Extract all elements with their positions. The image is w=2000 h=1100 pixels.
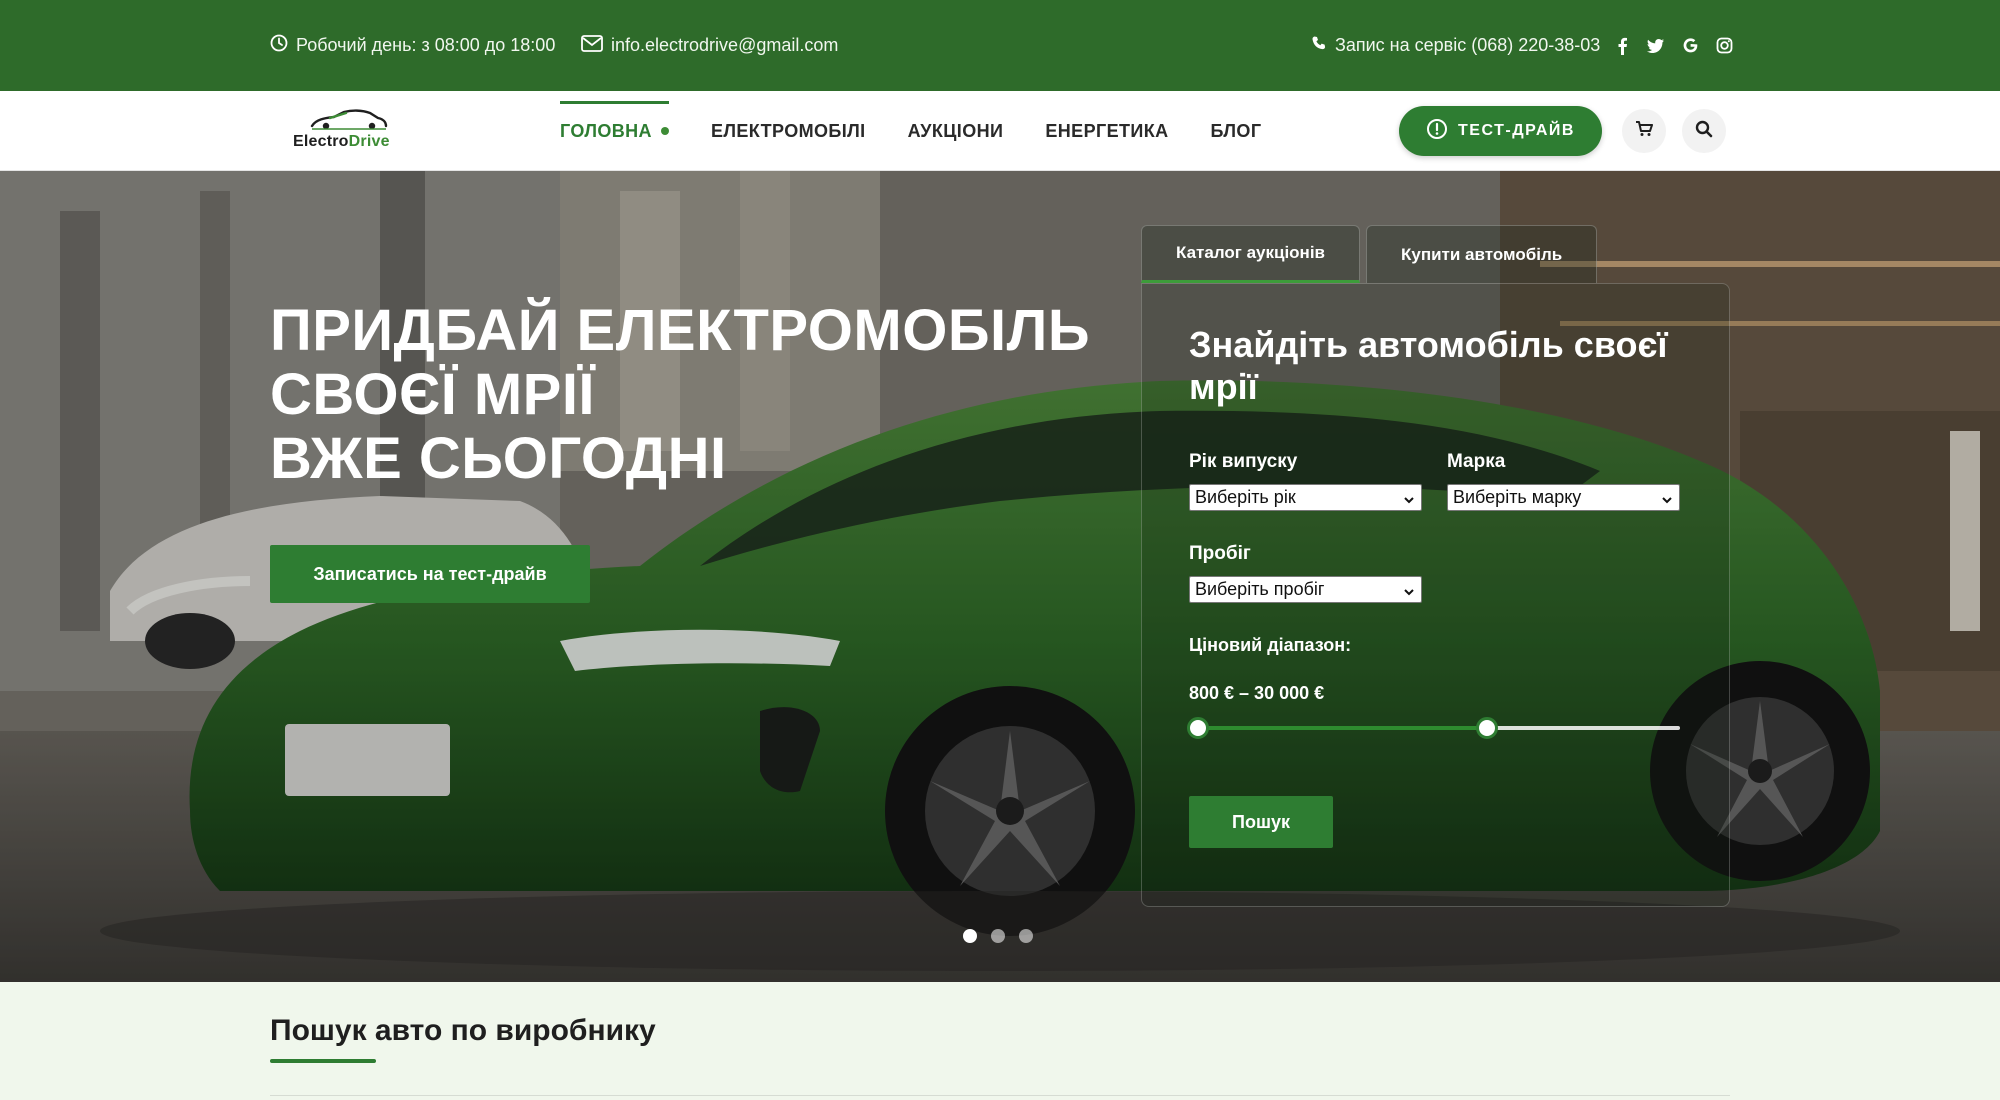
slide-dot[interactable] bbox=[963, 929, 977, 943]
hero-slider-dots bbox=[963, 929, 1047, 943]
price-max-handle[interactable] bbox=[1476, 717, 1499, 739]
price-min-handle[interactable] bbox=[1187, 717, 1209, 739]
nav-item-label: ЕЛЕКТРОМОБІЛІ bbox=[710, 120, 866, 141]
main-navbar: ElectroDrive ГОЛОВНА ЕЛЕКТРОМОБІЛІ АУКЦІ… bbox=[0, 91, 2000, 171]
price-range-label: Ціновий діапазон: bbox=[1189, 635, 1352, 655]
book-test-drive-button[interactable]: Записатись на тест-драйв bbox=[270, 545, 590, 603]
nav-item-label: ГОЛОВНА bbox=[560, 120, 652, 141]
test-drive-label: ТЕСТ-ДРАЙВ bbox=[1458, 122, 1575, 139]
hero-headline: ПРИДБАЙ ЕЛЕКТРОМОБІЛЬ СВОЄЇ МРІЇ ВЖЕ СЬО… bbox=[270, 299, 1090, 491]
working-hours: Робочий день: з 08:00 до 18:00 bbox=[270, 0, 555, 91]
nav-item-electric-cars[interactable]: ЕЛЕКТРОМОБІЛІ bbox=[711, 91, 866, 171]
envelope-icon bbox=[581, 34, 611, 57]
cart-icon bbox=[1635, 120, 1653, 142]
nav-item-label: БЛОГ bbox=[1210, 120, 1262, 141]
chevron-down-icon bbox=[1403, 490, 1415, 511]
clock-icon bbox=[270, 34, 296, 57]
nav-item-auctions[interactable]: АУКЦІОНИ bbox=[908, 91, 1004, 171]
search-panel-tabs: Каталог аукціонів Купити автомобіль bbox=[1141, 225, 1603, 283]
nav-item-home[interactable]: ГОЛОВНА bbox=[560, 91, 669, 171]
hero-headline-line: ВЖЕ СЬОГОДНІ bbox=[270, 426, 727, 491]
nav-item-label: ЕНЕРГЕТИКА bbox=[1045, 120, 1169, 141]
year-label: Рік випуску bbox=[1189, 451, 1298, 472]
search-button[interactable] bbox=[1682, 109, 1726, 153]
section-divider bbox=[270, 1095, 1730, 1096]
mileage-select[interactable]: Виберіть пробіг bbox=[1189, 576, 1422, 603]
slide-dot[interactable] bbox=[991, 929, 1005, 943]
price-range-value: 800 € – 30 000 € bbox=[1189, 683, 1325, 703]
car-search-panel: Знайдіть автомобіль своєї мрії Рік випус… bbox=[1141, 283, 1730, 907]
email-link[interactable]: info.electrodrive@gmail.com bbox=[581, 0, 838, 91]
cart-button[interactable] bbox=[1622, 109, 1666, 153]
price-range-slider[interactable] bbox=[1187, 717, 1680, 739]
email-text: info.electrodrive@gmail.com bbox=[611, 35, 839, 55]
hero-headline-line: ПРИДБАЙ ЕЛЕКТРОМОБІЛЬ bbox=[270, 298, 1091, 363]
top-info-bar: Робочий день: з 08:00 до 18:00 info.elec… bbox=[0, 0, 2000, 91]
service-phone-link[interactable]: Запис на сервіс (068) 220-38-03 bbox=[1311, 0, 1600, 91]
social-links bbox=[1598, 0, 1734, 91]
chevron-down-icon bbox=[1661, 490, 1673, 511]
google-icon[interactable] bbox=[1680, 36, 1700, 56]
slide-dot[interactable] bbox=[1019, 929, 1033, 943]
tab-auction-catalog[interactable]: Каталог аукціонів bbox=[1141, 225, 1360, 283]
car-silhouette-icon bbox=[310, 109, 388, 130]
year-select-value: Виберіть рік bbox=[1195, 487, 1296, 507]
search-icon bbox=[1695, 120, 1713, 143]
hero-headline-line: СВОЄЇ МРІЇ bbox=[270, 362, 595, 427]
working-hours-text: Робочий день: з 08:00 до 18:00 bbox=[296, 35, 556, 55]
search-panel-title: Знайдіть автомобіль своєї мрії bbox=[1189, 324, 1668, 407]
mileage-select-value: Виберіть пробіг bbox=[1195, 579, 1325, 599]
logo-wordmark: ElectroDrive bbox=[293, 133, 390, 150]
twitter-icon[interactable] bbox=[1646, 36, 1666, 56]
nav-item-label: АУКЦІОНИ bbox=[907, 120, 1004, 141]
electrodrive-logo[interactable]: ElectroDrive bbox=[290, 109, 410, 155]
search-submit-button[interactable]: Пошук bbox=[1189, 796, 1333, 848]
tab-buy-car[interactable]: Купити автомобіль bbox=[1366, 225, 1598, 283]
brand-label: Марка bbox=[1447, 451, 1506, 472]
brand-select[interactable]: Виберіть марку bbox=[1447, 484, 1680, 511]
section-title: Пошук авто по виробнику bbox=[270, 1014, 656, 1047]
nav-item-energy[interactable]: ЕНЕРГЕТИКА bbox=[1045, 91, 1168, 171]
test-drive-button[interactable]: ТЕСТ-ДРАЙВ bbox=[1399, 106, 1602, 156]
facebook-icon[interactable] bbox=[1612, 36, 1632, 56]
chevron-down-icon bbox=[1403, 582, 1415, 603]
service-phone-text: Запис на сервіс (068) 220-38-03 bbox=[1335, 35, 1601, 55]
brand-select-value: Виберіть марку bbox=[1453, 487, 1582, 507]
search-by-manufacturer-section: Пошук авто по виробнику bbox=[0, 982, 2000, 1100]
nav-item-blog[interactable]: БЛОГ bbox=[1211, 91, 1262, 171]
hero-banner: ПРИДБАЙ ЕЛЕКТРОМОБІЛЬ СВОЄЇ МРІЇ ВЖЕ СЬО… bbox=[0, 171, 2000, 982]
nav-menu: ГОЛОВНА ЕЛЕКТРОМОБІЛІ АУКЦІОНИ ЕНЕРГЕТИК… bbox=[560, 91, 1303, 171]
phone-icon bbox=[1311, 35, 1335, 56]
year-select[interactable]: Виберіть рік bbox=[1189, 484, 1422, 511]
instagram-icon[interactable] bbox=[1714, 36, 1734, 56]
section-title-underline bbox=[270, 1059, 376, 1063]
mileage-label: Пробіг bbox=[1189, 543, 1251, 564]
active-dot-icon bbox=[660, 127, 669, 135]
alert-circle-icon bbox=[1426, 118, 1458, 145]
price-range-fill bbox=[1198, 726, 1488, 730]
